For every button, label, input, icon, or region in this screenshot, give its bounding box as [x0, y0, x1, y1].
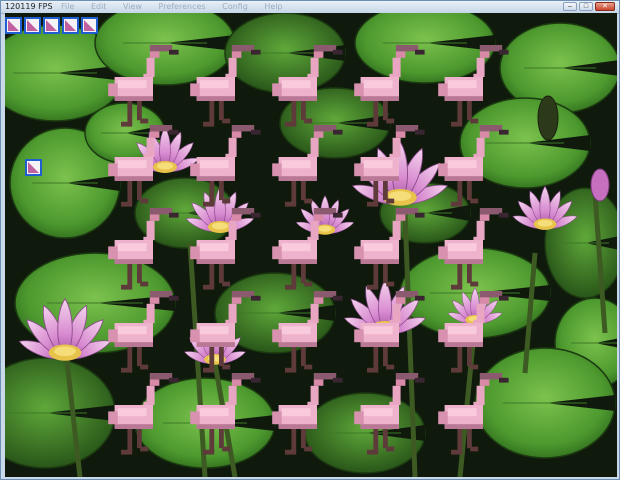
menu-item-config[interactable]: Config	[222, 2, 248, 11]
flamingo-life-icon	[46, 20, 57, 31]
menu-item-help[interactable]: Help	[264, 2, 282, 11]
flamingo-life-icon	[84, 20, 95, 31]
game-viewport[interactable]	[5, 13, 617, 477]
menu-item-preferences[interactable]: Preferences	[159, 2, 206, 11]
menu-item-edit[interactable]: Edit	[91, 2, 107, 11]
flamingo-life-icon	[8, 20, 19, 31]
flamingo-life-icon	[65, 20, 76, 31]
life-icon	[62, 17, 79, 34]
menu-item-file[interactable]: File	[61, 2, 74, 11]
flamingo-life-icon	[27, 20, 38, 31]
lily-bud	[537, 95, 559, 141]
game-window: 120119 FPS File Edit View Preferences Co…	[0, 0, 620, 480]
life-icon	[5, 17, 22, 34]
player-cursor[interactable]	[25, 159, 42, 176]
lily-bud	[590, 168, 610, 202]
maximize-button[interactable]: □	[579, 2, 593, 11]
life-icon	[24, 17, 41, 34]
life-icon	[81, 17, 98, 34]
window-title: 120119 FPS	[5, 2, 53, 11]
lily-pad	[474, 347, 616, 459]
close-button[interactable]: ✕	[595, 2, 615, 11]
life-icon	[43, 17, 60, 34]
menu-bar-ghost: File Edit View Preferences Config Help	[61, 1, 297, 13]
minimize-button[interactable]: –	[563, 2, 577, 11]
game-scene	[5, 13, 617, 477]
cursor-icon	[28, 162, 39, 173]
menu-item-view[interactable]: View	[123, 2, 142, 11]
